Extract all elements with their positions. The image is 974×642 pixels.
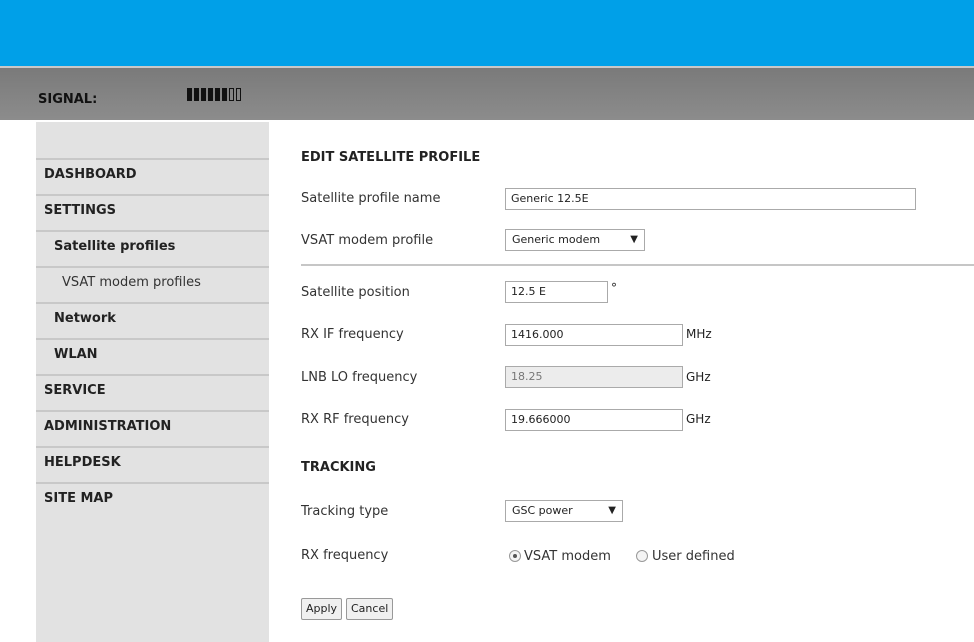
signal-bar bbox=[208, 88, 213, 101]
sidebar-item-dashboard[interactable]: DASHBOARD bbox=[36, 158, 269, 192]
profile-name-input[interactable]: Generic 12.5E bbox=[505, 188, 916, 210]
edit-profile-heading: EDIT SATELLITE PROFILE bbox=[301, 150, 481, 165]
lnb-lo-frequency-label: LNB LO frequency bbox=[301, 370, 418, 385]
ghz-unit: GHz bbox=[686, 370, 711, 384]
sidebar-item-wlan[interactable]: WLAN bbox=[36, 338, 269, 372]
sidebar-item-service[interactable]: SERVICE bbox=[36, 374, 269, 408]
sidebar-item-label: DASHBOARD bbox=[44, 167, 137, 182]
top-banner bbox=[0, 0, 974, 66]
triangle-down-icon: ▼ bbox=[630, 234, 638, 245]
triangle-down-icon: ▼ bbox=[608, 505, 616, 516]
sidebar-item-satellite-profiles[interactable]: Satellite profiles bbox=[36, 230, 269, 264]
radio-vsat-modem[interactable] bbox=[509, 550, 521, 562]
modem-profile-value: Generic modem bbox=[512, 233, 601, 246]
mhz-unit: MHz bbox=[686, 327, 712, 341]
sidebar-item-label: WLAN bbox=[54, 347, 98, 362]
signal-bar bbox=[201, 88, 206, 101]
modem-profile-label: VSAT modem profile bbox=[301, 233, 434, 248]
satellite-position-input[interactable]: 12.5 E bbox=[505, 281, 608, 303]
sidebar-item-administration[interactable]: ADMINISTRATION bbox=[36, 410, 269, 444]
modem-profile-select[interactable]: Generic modem ▼ bbox=[505, 229, 645, 251]
signal-bar bbox=[229, 88, 234, 101]
radio-user-defined-label: User defined bbox=[652, 549, 735, 564]
tracking-heading: TRACKING bbox=[301, 460, 376, 475]
sidebar-item-helpdesk[interactable]: HELPDESK bbox=[36, 446, 269, 480]
tracking-type-value: GSC power bbox=[512, 504, 573, 517]
rx-if-frequency-label: RX IF frequency bbox=[301, 327, 404, 342]
rx-rf-frequency-label: RX RF frequency bbox=[301, 412, 409, 427]
tracking-type-select[interactable]: GSC power ▼ bbox=[505, 500, 623, 522]
signal-bar bbox=[236, 88, 241, 101]
radio-user-defined[interactable] bbox=[636, 550, 648, 562]
sidebar-item-label: SERVICE bbox=[44, 383, 106, 398]
signal-label: SIGNAL: bbox=[38, 92, 98, 107]
rx-if-frequency-input[interactable]: 1416.000 bbox=[505, 324, 683, 346]
signal-bar bbox=[215, 88, 220, 101]
sidebar-item-label: VSAT modem profiles bbox=[62, 275, 201, 290]
sidebar-item-label: ADMINISTRATION bbox=[44, 419, 172, 434]
sidebar-item-vsat-modem-profiles[interactable]: VSAT modem profiles bbox=[36, 266, 269, 300]
sidebar-item-label: HELPDESK bbox=[44, 455, 121, 470]
section-divider bbox=[301, 264, 974, 266]
rx-frequency-label: RX frequency bbox=[301, 548, 389, 563]
sidebar-item-settings[interactable]: SETTINGS bbox=[36, 194, 269, 228]
signal-bar bbox=[187, 88, 192, 101]
radio-vsat-modem-label: VSAT modem bbox=[524, 549, 611, 564]
ghz-unit: GHz bbox=[686, 412, 711, 426]
sidebar-item-site-map[interactable]: SITE MAP bbox=[36, 482, 269, 516]
status-bar: SIGNAL: bbox=[0, 66, 974, 120]
signal-strength-meter bbox=[187, 88, 241, 101]
sidebar-item-label: Network bbox=[54, 311, 116, 326]
sidebar-item-label: Satellite profiles bbox=[54, 239, 176, 254]
satellite-position-label: Satellite position bbox=[301, 285, 410, 300]
apply-button[interactable]: Apply bbox=[301, 598, 343, 620]
profile-name-label: Satellite profile name bbox=[301, 191, 441, 206]
sidebar-item-label: SETTINGS bbox=[44, 203, 117, 218]
rx-rf-frequency-input[interactable]: 19.666000 bbox=[505, 409, 683, 431]
sidebar-item-label: SITE MAP bbox=[44, 491, 113, 506]
signal-bar bbox=[222, 88, 227, 101]
signal-bar bbox=[194, 88, 199, 101]
cancel-button[interactable]: Cancel bbox=[346, 598, 394, 620]
degree-unit: ° bbox=[611, 281, 617, 295]
sidebar-nav: DASHBOARD SETTINGS Satellite profiles VS… bbox=[36, 122, 269, 642]
tracking-type-label: Tracking type bbox=[301, 504, 389, 519]
sidebar-item-network[interactable]: Network bbox=[36, 302, 269, 336]
lnb-lo-frequency-input: 18.25 bbox=[505, 366, 683, 388]
